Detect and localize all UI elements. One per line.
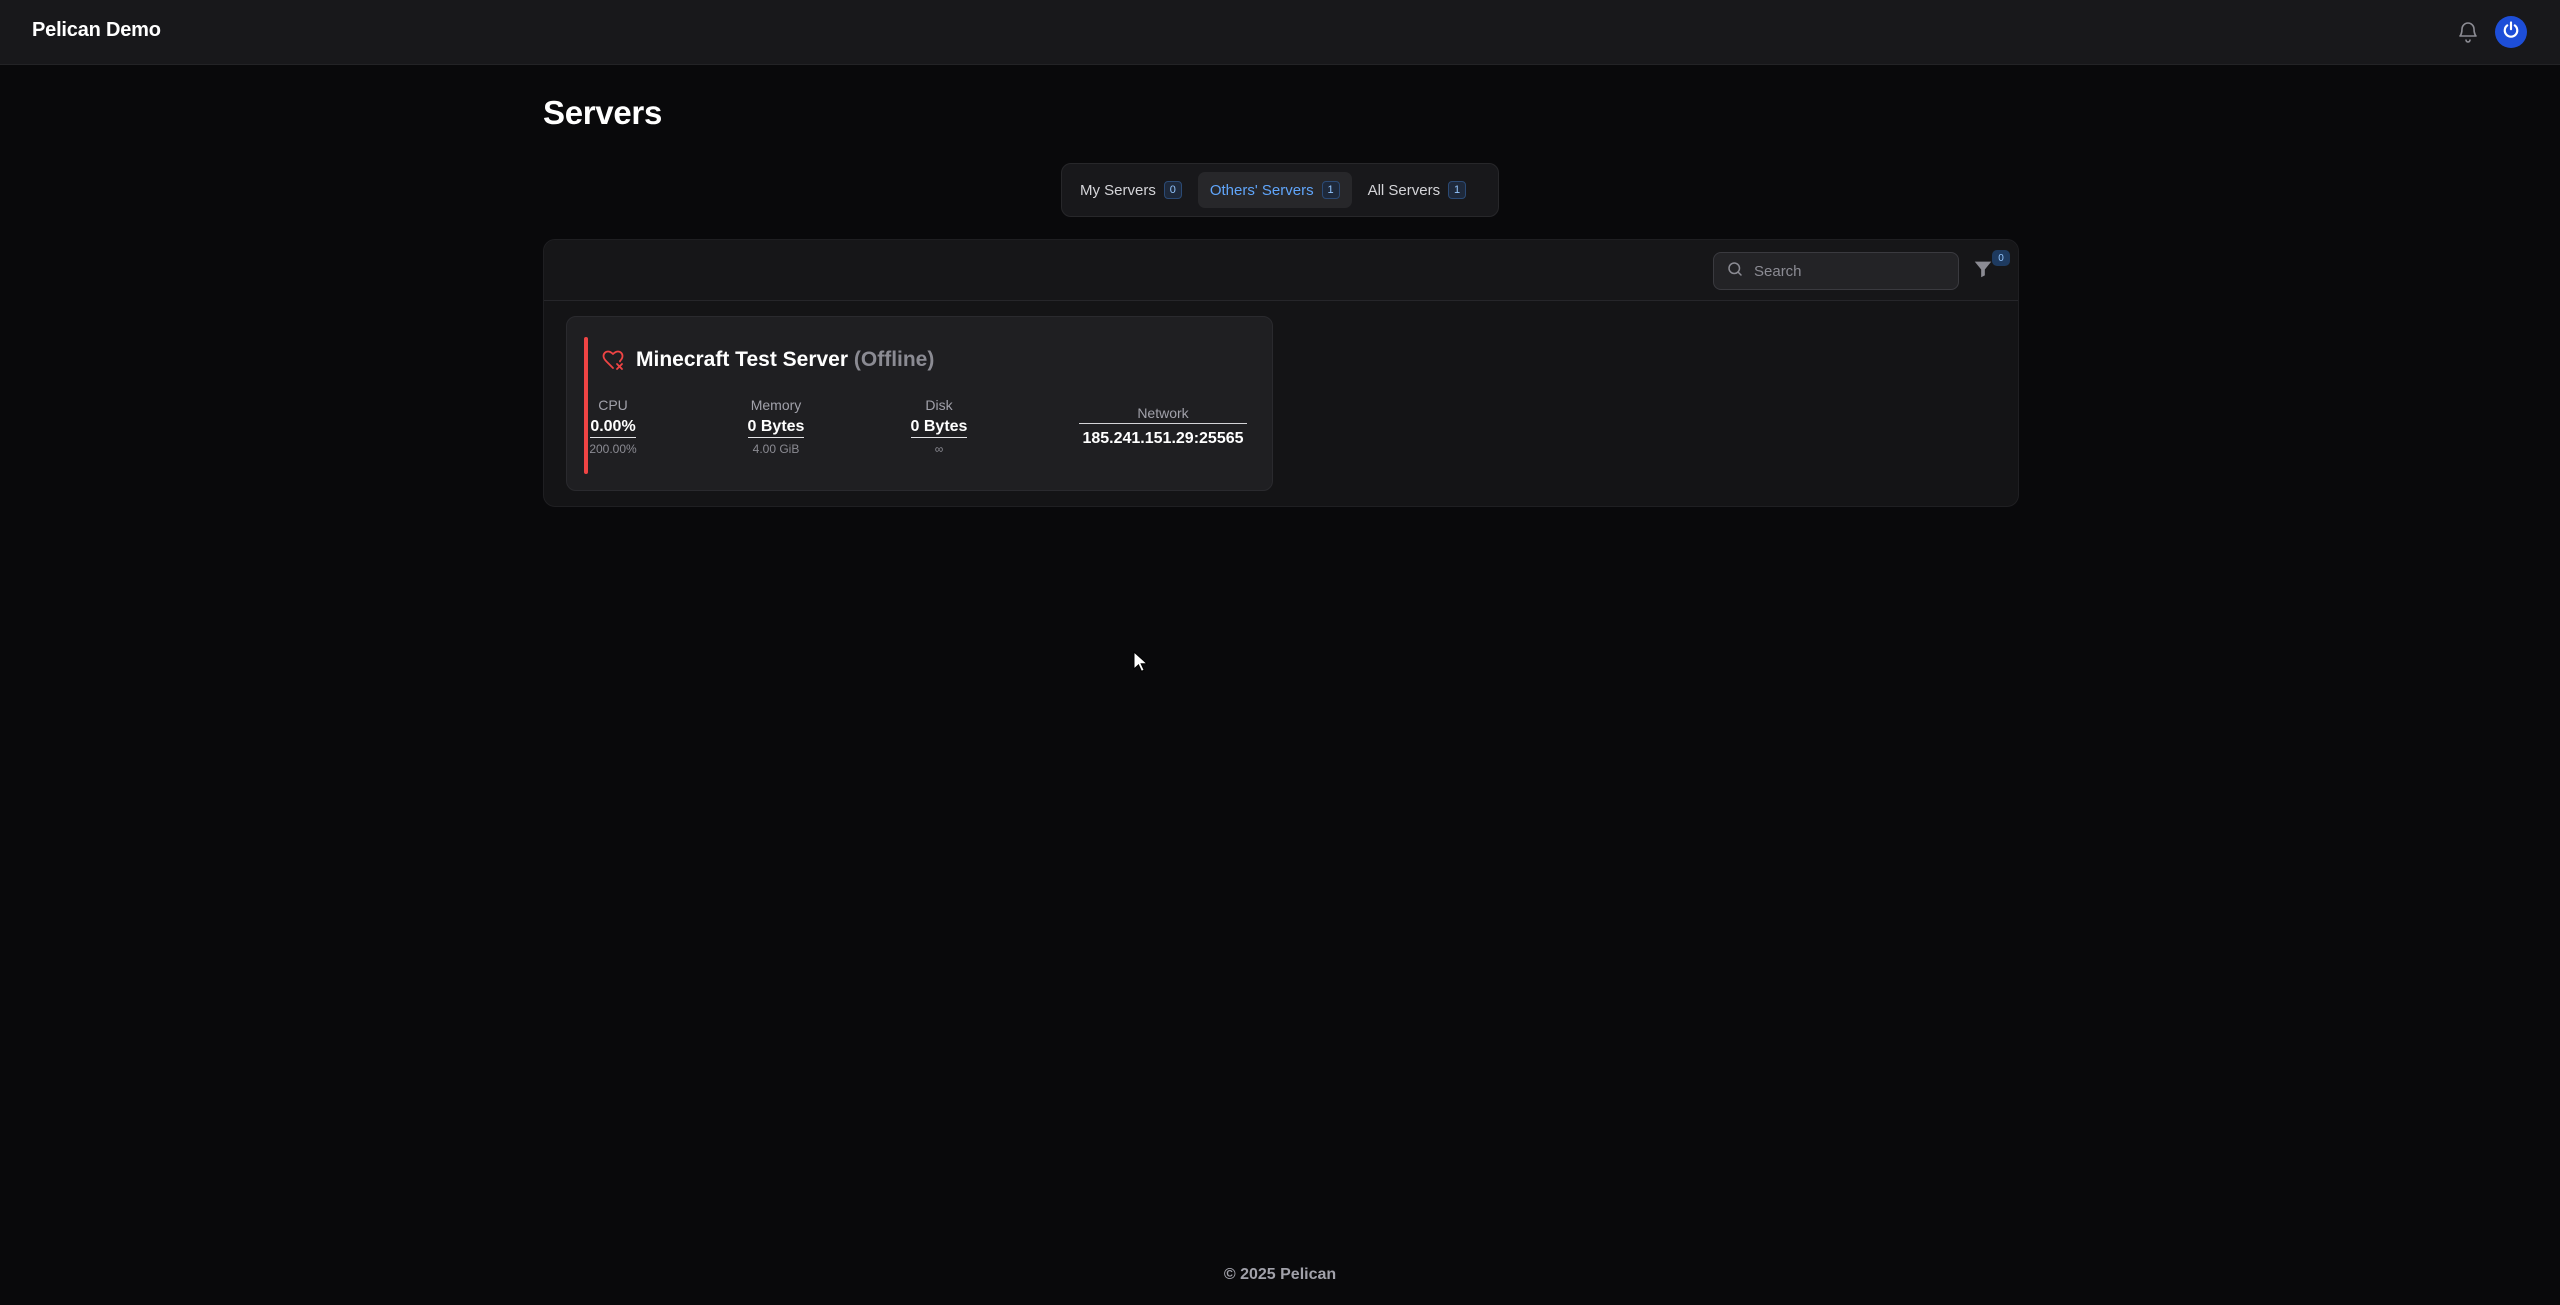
memory-limit: 4.00 GiB: [752, 442, 800, 456]
tab-all-servers[interactable]: All Servers 1: [1356, 172, 1479, 208]
cpu-stat: CPU 0.00% 200.00%: [583, 397, 643, 456]
tab-others-servers[interactable]: Others' Servers 1: [1197, 172, 1352, 208]
server-status: (Offline): [853, 348, 935, 371]
tab-my-servers[interactable]: My Servers 0: [1068, 172, 1194, 208]
network-stat: Network 185.241.151.29:25565: [1079, 405, 1247, 448]
server-name: Minecraft Test Server (Offline): [636, 348, 934, 372]
cpu-value: 0.00%: [590, 418, 636, 438]
user-menu-button[interactable]: [2495, 16, 2527, 48]
tab-count-badge: 1: [1321, 181, 1340, 199]
search-input[interactable]: [1754, 262, 1944, 280]
network-label: Network: [1079, 405, 1247, 424]
disk-label: Disk: [925, 397, 953, 413]
memory-stat: Memory 0 Bytes 4.00 GiB: [736, 397, 816, 456]
network-address: 185.241.151.29:25565: [1082, 430, 1244, 447]
filter-icon: [1972, 261, 1994, 284]
footer-copyright: © 2025 Pelican: [1223, 1266, 1337, 1283]
tab-count-badge: 1: [1448, 181, 1467, 199]
cpu-limit: 200.00%: [589, 442, 637, 456]
app-brand[interactable]: Pelican Demo: [32, 19, 161, 42]
panel-toolbar: 0: [544, 240, 2018, 301]
heart-x-icon: [601, 348, 625, 372]
memory-label: Memory: [750, 397, 802, 413]
disk-limit: ∞: [934, 442, 944, 456]
server-filter-tabs: My Servers 0 Others' Servers 1 All Serve…: [1061, 163, 1499, 217]
bell-icon[interactable]: [2456, 20, 2480, 44]
server-card[interactable]: Minecraft Test Server (Offline) CPU 0.00…: [566, 316, 1273, 491]
top-bar: Pelican Demo: [0, 0, 2560, 65]
power-icon: [2501, 20, 2521, 45]
tab-label: All Servers: [1367, 181, 1441, 199]
memory-value: 0 Bytes: [747, 418, 805, 438]
disk-value: 0 Bytes: [910, 418, 968, 438]
disk-stat: Disk 0 Bytes ∞: [899, 397, 979, 456]
search-box[interactable]: [1713, 252, 1959, 290]
server-name-text: Minecraft Test Server: [636, 348, 849, 371]
tab-count-badge: 0: [1163, 181, 1182, 199]
cpu-label: CPU: [598, 397, 628, 413]
page-title: Servers: [543, 94, 663, 131]
mouse-cursor-icon: [1133, 650, 1149, 673]
tab-label: My Servers: [1080, 181, 1156, 199]
filter-count-badge: 0: [1992, 250, 2010, 266]
tab-label: Others' Servers: [1209, 181, 1314, 199]
search-icon: [1726, 260, 1744, 283]
